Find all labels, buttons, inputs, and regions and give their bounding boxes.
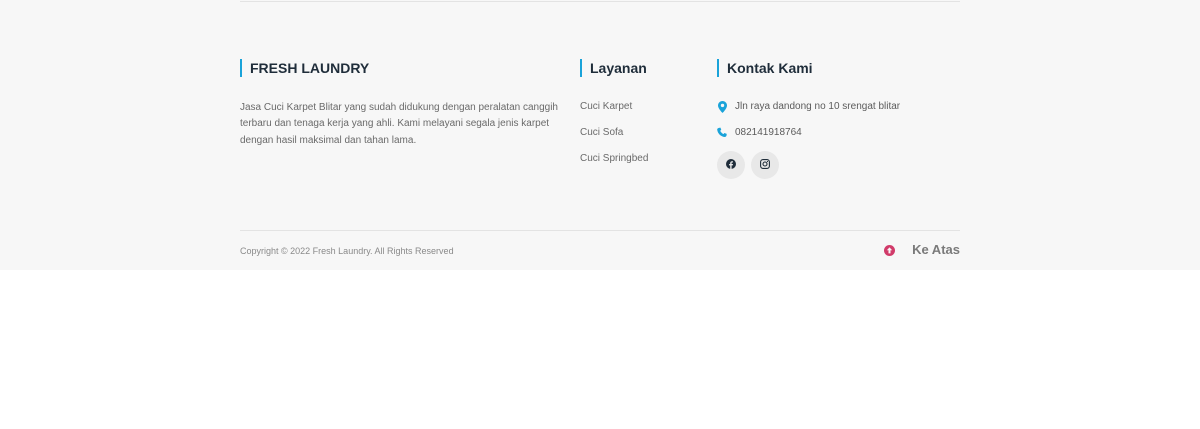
service-link-cuci-sofa[interactable]: Cuci Sofa: [580, 126, 710, 139]
copyright-text: Copyright © 2022 Fresh Laundry. All Righ…: [240, 246, 454, 256]
contact-address: Jln raya dandong no 10 srengat blitar: [717, 100, 962, 113]
service-link-cuci-karpet[interactable]: Cuci Karpet: [580, 100, 710, 113]
arrow-up-circle-icon: [884, 244, 896, 256]
services-column: Layanan Cuci Karpet Cuci Sofa Cuci Sprin…: [580, 59, 710, 178]
back-to-top-link[interactable]: Ke Atas: [884, 242, 960, 258]
contact-column: Kontak Kami Jln raya dandong no 10 sreng…: [717, 59, 962, 179]
instagram-button[interactable]: [751, 151, 779, 179]
phone-text: 082141918764: [735, 127, 802, 138]
phone-icon: [717, 127, 727, 139]
site-footer: FRESH LAUNDRY Jasa Cuci Karpet Blitar ya…: [0, 0, 1200, 270]
contact-title: Kontak Kami: [717, 59, 962, 77]
map-pin-icon: [717, 100, 727, 113]
contact-list: Jln raya dandong no 10 srengat blitar 08…: [717, 100, 962, 139]
contact-phone[interactable]: 082141918764: [717, 126, 962, 139]
instagram-icon: [760, 156, 770, 174]
address-text: Jln raya dandong no 10 srengat blitar: [735, 101, 901, 112]
facebook-icon: [726, 156, 736, 174]
about-column: FRESH LAUNDRY Jasa Cuci Karpet Blitar ya…: [240, 59, 572, 149]
service-link-cuci-springbed[interactable]: Cuci Springbed: [580, 152, 710, 165]
facebook-button[interactable]: [717, 151, 745, 179]
back-to-top-label: Ke Atas: [912, 242, 960, 257]
about-title: FRESH LAUNDRY: [240, 59, 572, 77]
services-list: Cuci Karpet Cuci Sofa Cuci Springbed: [580, 100, 710, 165]
social-links: [717, 151, 962, 179]
top-divider: [240, 1, 960, 2]
services-title: Layanan: [580, 59, 710, 77]
bottom-divider: [240, 230, 960, 231]
about-description: Jasa Cuci Karpet Blitar yang sudah diduk…: [240, 102, 558, 146]
